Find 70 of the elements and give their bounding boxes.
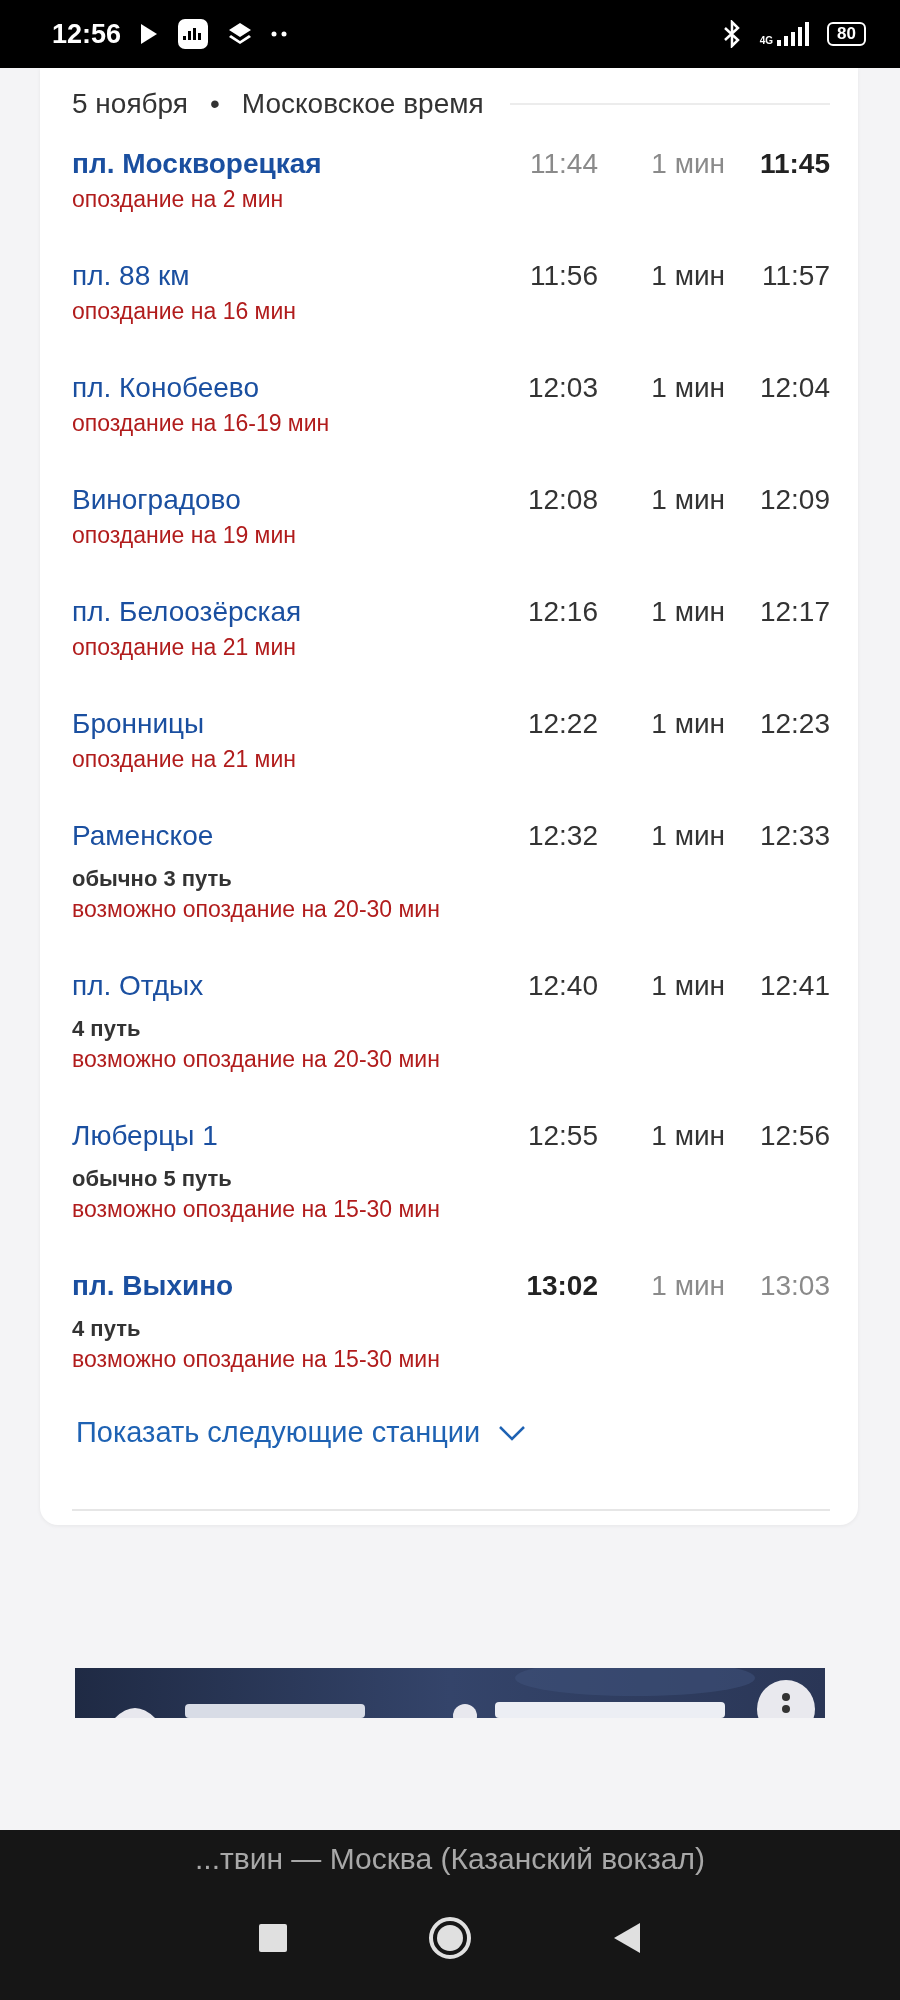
- stop-duration: 1 мин: [651, 595, 725, 629]
- track-note: 4 путь: [72, 1315, 141, 1343]
- arrival-time: 11:44: [530, 147, 598, 181]
- station-link[interactable]: Раменское: [72, 816, 214, 856]
- stop-duration: 1 мин: [651, 259, 725, 293]
- delay-note: возможно опоздание на 20-30 мин: [72, 895, 440, 924]
- track-note: обычно 3 путь: [72, 865, 232, 893]
- show-more-link[interactable]: Показать следующие станции: [76, 1416, 527, 1449]
- arrival-time: 12:08: [527, 483, 598, 517]
- departure-time: 12:41: [759, 969, 830, 1003]
- delay-note: опоздание на 2 мин: [72, 185, 284, 214]
- station-link[interactable]: пл. Москворецкая: [72, 144, 322, 184]
- delay-note: возможно опоздание на 15-30 мин: [72, 1345, 440, 1374]
- arrival-time: 12:03: [527, 371, 598, 405]
- departure-time: 11:45: [759, 147, 830, 181]
- station-link[interactable]: пл. Конобеево: [72, 368, 259, 408]
- separator-dot: •: [210, 88, 220, 120]
- departure-time: 12:33: [759, 819, 830, 853]
- battery-level: 80: [827, 22, 866, 46]
- layers-icon: [227, 21, 254, 47]
- station-link[interactable]: пл. Отдых: [72, 966, 204, 1006]
- timezone-label: Московское время: [241, 88, 484, 120]
- clock: 12:56: [52, 18, 122, 50]
- stop-duration: 1 мин: [651, 969, 725, 1003]
- chart-app-icon: [177, 18, 210, 50]
- stop-duration: 1 мин: [651, 371, 725, 405]
- stop-duration: 1 мин: [651, 1119, 725, 1153]
- delay-note: опоздание на 21 мин: [72, 633, 296, 662]
- delay-note: опоздание на 16 мин: [72, 297, 296, 326]
- station-link[interactable]: пл. 88 км: [72, 256, 190, 296]
- station-link[interactable]: Люберцы 1: [72, 1116, 218, 1156]
- departure-time: 12:09: [759, 483, 830, 517]
- home-icon[interactable]: [428, 1916, 472, 1960]
- stop-duration: 1 мин: [651, 483, 725, 517]
- arrival-time: 12:55: [527, 1119, 598, 1153]
- page-title: ...твин — Москва (Казанский вокзал): [195, 1842, 705, 1876]
- arrival-time: 13:02: [526, 1269, 598, 1303]
- station-link[interactable]: пл. Белоозёрская: [72, 592, 302, 632]
- station-link[interactable]: пл. Выхино: [72, 1266, 234, 1306]
- arrival-time: 12:16: [527, 595, 598, 629]
- departure-time: 12:17: [759, 595, 830, 629]
- stop-duration: 1 мин: [651, 147, 725, 181]
- station-link[interactable]: Виноградово: [72, 480, 241, 520]
- delay-note: возможно опоздание на 15-30 мин: [72, 1195, 440, 1224]
- more-icon: [271, 31, 288, 37]
- station-link[interactable]: Бронницы: [72, 704, 205, 744]
- stop-duration: 1 мин: [651, 1269, 725, 1303]
- recents-icon[interactable]: [258, 1923, 288, 1953]
- signal-icon: [775, 22, 810, 46]
- departure-time: 12:23: [759, 707, 830, 741]
- delay-note: опоздание на 19 мин: [72, 521, 296, 550]
- stop-duration: 1 мин: [651, 707, 725, 741]
- delay-note: возможно опоздание на 20-30 мин: [72, 1045, 440, 1074]
- departure-time: 11:57: [762, 259, 830, 293]
- network-type: 4G: [759, 35, 774, 46]
- back-icon[interactable]: [612, 1921, 642, 1955]
- departure-time: 12:56: [759, 1119, 830, 1153]
- arrival-time: 12:22: [527, 707, 598, 741]
- arrival-time: 12:32: [527, 819, 598, 853]
- track-note: 4 путь: [72, 1015, 141, 1043]
- departure-time: 12:04: [759, 371, 830, 405]
- departure-time: 13:03: [759, 1269, 830, 1303]
- arrival-time: 11:56: [530, 259, 598, 293]
- delay-note: опоздание на 21 мин: [72, 745, 296, 774]
- track-note: обычно 5 путь: [72, 1165, 232, 1193]
- stop-duration: 1 мин: [651, 819, 725, 853]
- arrival-time: 12:40: [527, 969, 598, 1003]
- chevron-down-icon: [498, 1423, 527, 1442]
- delay-note: опоздание на 16-19 мин: [72, 409, 330, 438]
- schedule-date: 5 ноября: [72, 88, 188, 120]
